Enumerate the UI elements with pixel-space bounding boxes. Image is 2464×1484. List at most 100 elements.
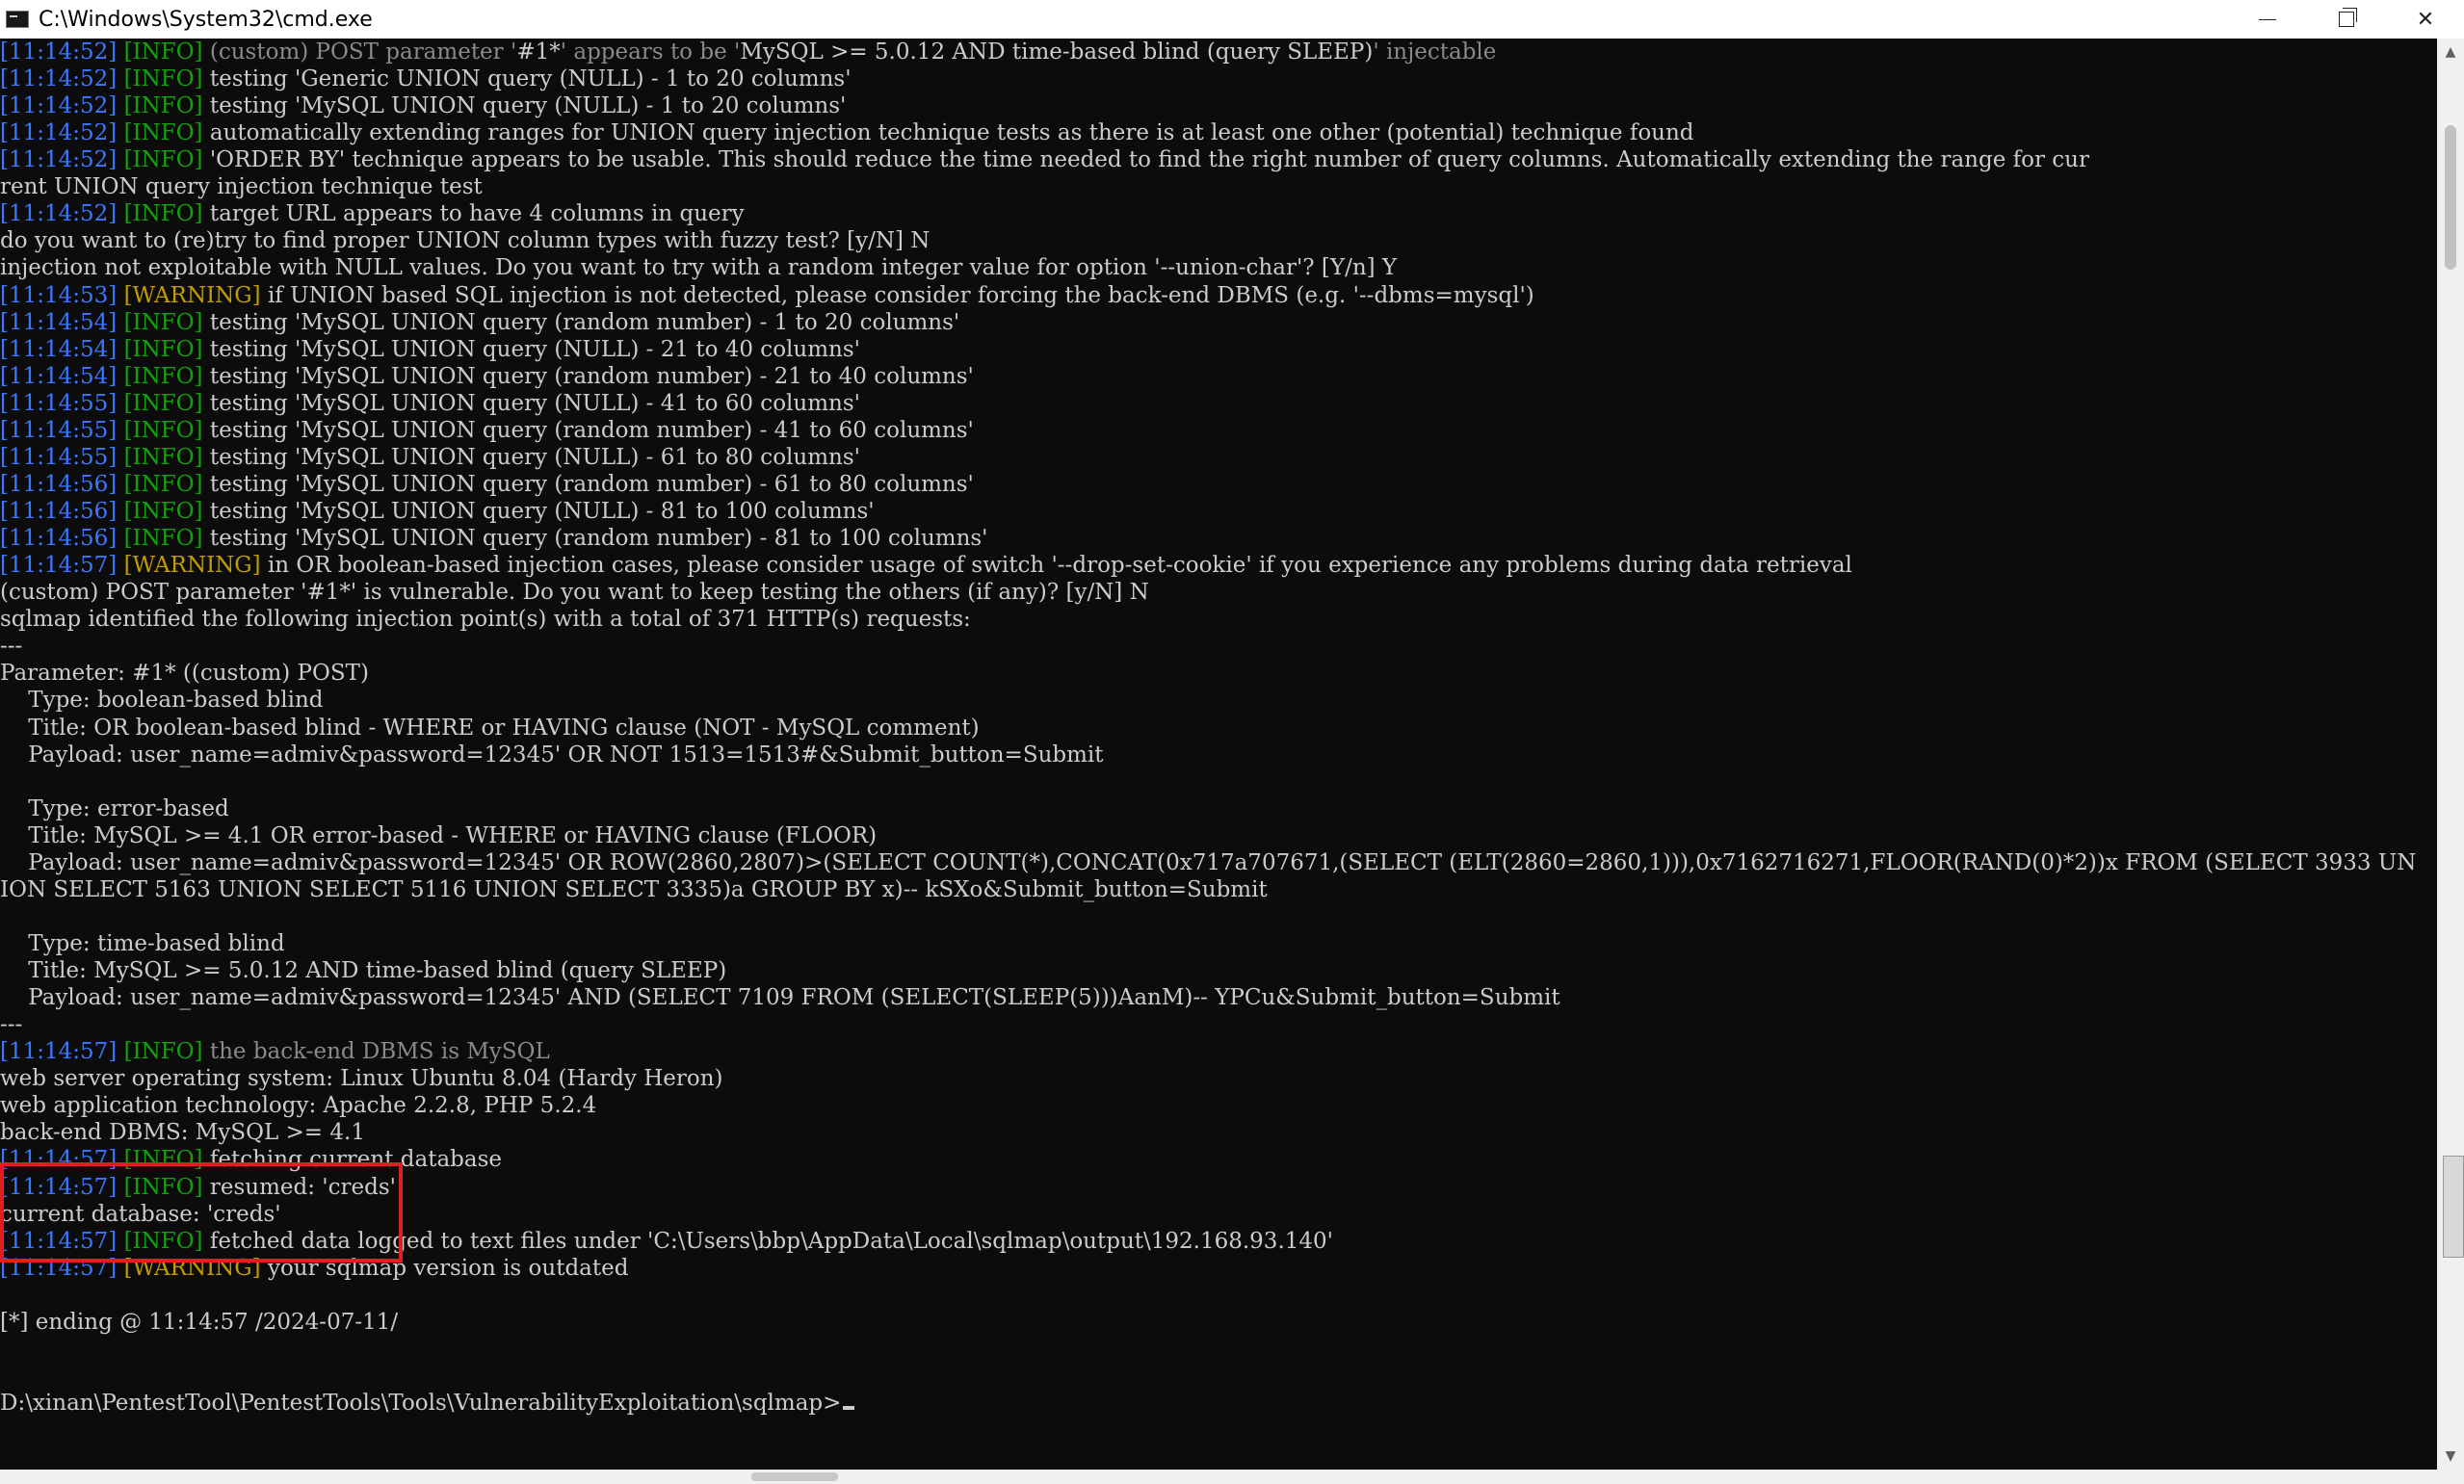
log-text: ' appears to be '	[560, 39, 741, 65]
log-level-info: [INFO]	[123, 444, 203, 470]
close-icon: ✕	[2416, 7, 2435, 32]
log-timestamp: [11:14:52]	[0, 147, 118, 173]
cmd-window: C:\Windows\System32\cmd.exe ✕ [11:14:52]…	[0, 0, 2464, 1484]
close-button[interactable]: ✕	[2387, 0, 2464, 39]
console-line: [*] ending @ 11:14:57 /2024-07-11/	[0, 1309, 398, 1336]
log-level-warning: [WARNING]	[123, 553, 261, 579]
minimize-button[interactable]	[2229, 0, 2306, 39]
cmd-app-icon	[6, 11, 29, 28]
log-text: (custom) POST parameter '	[202, 39, 517, 65]
title-bar[interactable]: C:\Windows\System32\cmd.exe ✕	[0, 0, 2464, 39]
console-line: Title: MySQL >= 4.1 OR error-based - WHE…	[0, 822, 877, 849]
side-scroll-handle[interactable]	[2443, 1156, 2464, 1258]
console-line: [11:14:55] [INFO] testing 'MySQL UNION q…	[0, 444, 860, 471]
log-text: web server operating system: Linux Ubunt…	[0, 1066, 723, 1092]
console-line: ---	[0, 633, 22, 660]
log-level-info: [INFO]	[123, 417, 203, 443]
console-line: Type: time-based blind	[0, 930, 284, 957]
console-line: ---	[0, 1011, 22, 1038]
console-line: Type: error-based	[0, 795, 229, 822]
red-highlight-box	[0, 1162, 403, 1263]
log-text: testing 'MySQL UNION query (random numbe…	[202, 417, 974, 443]
log-text: Title: OR boolean-based blind - WHERE or…	[0, 715, 980, 741]
log-timestamp: [11:14:56]	[0, 499, 118, 525]
log-text: in OR boolean-based injection cases, ple…	[260, 553, 1852, 579]
log-text: Type: error-based	[0, 795, 229, 821]
log-level-info: [INFO]	[123, 336, 203, 362]
log-level-info: [INFO]	[123, 363, 203, 389]
console-line: Payload: user_name=admiv&password=12345'…	[0, 742, 1104, 768]
log-text: 'ORDER BY' technique appears to be usabl…	[202, 147, 2089, 173]
log-text: #1*	[516, 39, 561, 65]
horizontal-scroll-thumb[interactable]	[751, 1472, 838, 1481]
scroll-thumb[interactable]	[2445, 125, 2456, 270]
log-timestamp: [11:14:52]	[0, 66, 118, 92]
console-line: (custom) POST parameter '#1*' is vulnera…	[0, 579, 1149, 606]
console-line: [11:14:52] [INFO] testing 'Generic UNION…	[0, 65, 852, 92]
log-timestamp: [11:14:56]	[0, 471, 118, 497]
log-text: Type: boolean-based blind	[0, 688, 324, 714]
console-line: [11:14:52] [INFO] 'ORDER BY' technique a…	[0, 146, 2089, 173]
console-line: sqlmap identified the following injectio…	[0, 606, 971, 633]
restore-button[interactable]	[2308, 0, 2385, 39]
window-title: C:\Windows\System32\cmd.exe	[39, 7, 373, 32]
log-level-warning: [WARNING]	[123, 282, 261, 308]
scroll-down-arrow-icon[interactable]: ▼	[2437, 1443, 2464, 1470]
log-level-info: [INFO]	[123, 526, 203, 552]
console-line: back-end DBMS: MySQL >= 4.1	[0, 1119, 365, 1146]
log-text: Payload: user_name=admiv&password=12345'…	[0, 742, 1104, 768]
console-line: Title: MySQL >= 5.0.12 AND time-based bl…	[0, 957, 726, 984]
horizontal-scrollbar[interactable]	[0, 1470, 2464, 1484]
log-level-info: [INFO]	[123, 499, 203, 525]
log-timestamp: [11:14:55]	[0, 444, 118, 470]
restore-icon	[2339, 8, 2357, 27]
scroll-up-arrow-icon[interactable]: ▲	[2437, 39, 2464, 65]
log-timestamp: [11:14:52]	[0, 93, 118, 119]
console-line: [11:14:56] [INFO] testing 'MySQL UNION q…	[0, 498, 875, 525]
log-text: Title: MySQL >= 5.0.12 AND time-based bl…	[0, 958, 727, 984]
log-timestamp: [11:14:52]	[0, 39, 118, 65]
console-line: [11:14:54] [INFO] testing 'MySQL UNION q…	[0, 309, 959, 336]
log-text: testing 'MySQL UNION query (random numbe…	[202, 471, 974, 497]
log-text: ION SELECT 5163 UNION SELECT 5116 UNION …	[0, 876, 1268, 902]
log-timestamp: [11:14:57]	[0, 1039, 118, 1065]
log-level-info: [INFO]	[123, 1039, 203, 1065]
log-level-info: [INFO]	[123, 66, 203, 92]
log-level-info: [INFO]	[123, 120, 203, 146]
log-text: testing 'MySQL UNION query (NULL) - 41 t…	[202, 390, 860, 416]
log-text: the back-end DBMS is MySQL	[202, 1039, 550, 1065]
log-text: ---	[0, 634, 23, 660]
console-line: [11:14:52] [INFO] target URL appears to …	[0, 200, 745, 227]
log-text: rent UNION query injection technique tes…	[0, 174, 483, 200]
log-text: testing 'MySQL UNION query (random numbe…	[202, 363, 974, 389]
console-line: web application technology: Apache 2.2.8…	[0, 1092, 596, 1119]
log-timestamp: [11:14:55]	[0, 417, 118, 443]
log-level-info: [INFO]	[123, 471, 203, 497]
log-text: (custom) POST parameter '#1*' is vulnera…	[0, 580, 1149, 606]
log-text: testing 'Generic UNION query (NULL) - 1 …	[202, 66, 852, 92]
console-line: [11:14:57] [INFO] the back-end DBMS is M…	[0, 1038, 550, 1065]
text-cursor	[843, 1406, 855, 1410]
log-level-info: [INFO]	[123, 201, 203, 227]
log-text: web application technology: Apache 2.2.8…	[0, 1093, 597, 1119]
log-level-info: [INFO]	[123, 39, 203, 65]
log-timestamp: [11:14:54]	[0, 363, 118, 389]
console-line: [11:14:56] [INFO] testing 'MySQL UNION q…	[0, 525, 988, 552]
log-text: Payload: user_name=admiv&password=12345'…	[0, 985, 1560, 1011]
log-timestamp: [11:14:52]	[0, 120, 118, 146]
console-line: [11:14:56] [INFO] testing 'MySQL UNION q…	[0, 471, 974, 498]
log-text: testing 'MySQL UNION query (NULL) - 61 t…	[202, 444, 860, 470]
log-text: testing 'MySQL UNION query (random numbe…	[202, 309, 960, 335]
log-text: D:\xinan\PentestTool\PentestTools\Tools\…	[0, 1391, 842, 1416]
